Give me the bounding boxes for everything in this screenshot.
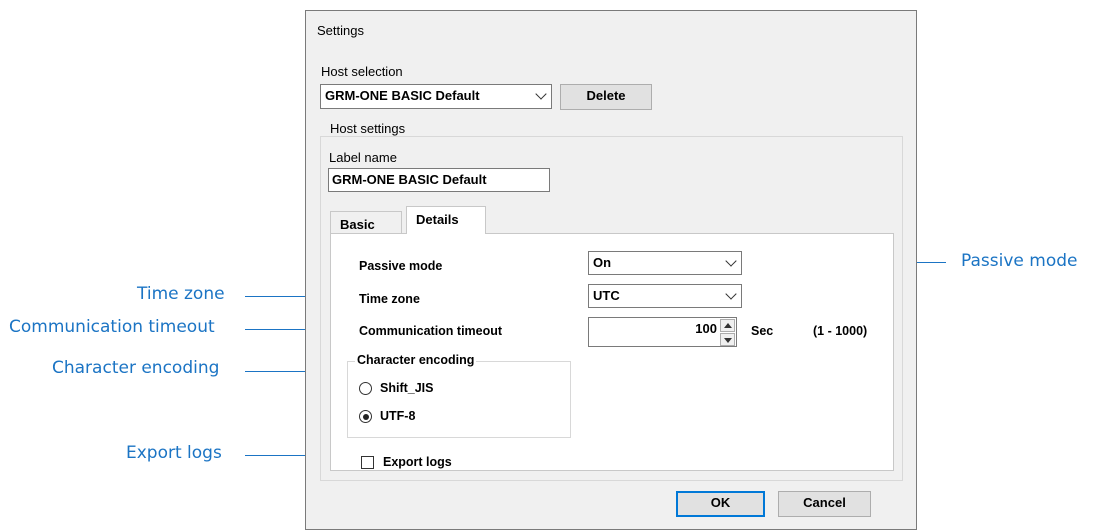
label-name-label: Label name bbox=[329, 150, 397, 165]
stepper-up-button[interactable] bbox=[720, 319, 735, 332]
utf-8-label: UTF-8 bbox=[380, 409, 416, 423]
host-selection-label: Host selection bbox=[321, 64, 403, 79]
time-zone-value: UTC bbox=[593, 288, 620, 303]
stepper-arrows bbox=[720, 319, 735, 347]
shift-jis-label: Shift_JIS bbox=[380, 381, 434, 395]
callout-export-logs: Export logs bbox=[126, 443, 222, 463]
communication-timeout-value: 100 bbox=[695, 321, 717, 336]
cancel-button[interactable]: Cancel bbox=[778, 491, 871, 517]
chevron-down-icon bbox=[725, 255, 737, 267]
chevron-down-icon bbox=[725, 288, 737, 300]
tab-basic[interactable]: Basic bbox=[330, 211, 402, 234]
character-encoding-group bbox=[347, 361, 571, 438]
stepper-down-button[interactable] bbox=[720, 333, 735, 346]
communication-timeout-stepper[interactable]: 100 bbox=[588, 317, 737, 347]
host-selection-dropdown[interactable]: GRM-ONE BASIC Default bbox=[320, 84, 552, 109]
details-tab-panel: Passive mode On Time zone UTC Communicat… bbox=[330, 233, 894, 471]
callout-communication-timeout: Communication timeout bbox=[9, 317, 215, 337]
shift-jis-radio[interactable] bbox=[359, 382, 372, 395]
passive-mode-value: On bbox=[593, 255, 612, 270]
character-encoding-label: Character encoding bbox=[355, 353, 477, 367]
arrow-down-icon bbox=[724, 338, 732, 343]
utf-8-radio[interactable] bbox=[359, 410, 372, 423]
ok-button[interactable]: OK bbox=[676, 491, 765, 517]
tab-details[interactable]: Details bbox=[406, 206, 486, 234]
communication-timeout-unit: Sec bbox=[751, 324, 774, 338]
passive-mode-label: Passive mode bbox=[359, 259, 443, 273]
host-settings-label: Host settings bbox=[328, 121, 408, 136]
chevron-down-icon bbox=[535, 88, 547, 100]
callout-time-zone: Time zone bbox=[137, 284, 225, 304]
export-logs-checkbox[interactable] bbox=[361, 456, 374, 469]
passive-mode-dropdown[interactable]: On bbox=[588, 251, 742, 275]
callout-passive-mode: Passive mode bbox=[961, 251, 1078, 271]
label-name-field[interactable]: GRM-ONE BASIC Default bbox=[328, 168, 550, 192]
host-selection-value: GRM-ONE BASIC Default bbox=[325, 88, 480, 103]
export-logs-label: Export logs bbox=[383, 455, 452, 469]
arrow-up-icon bbox=[724, 323, 732, 328]
communication-timeout-label: Communication timeout bbox=[359, 324, 503, 338]
communication-timeout-range: (1 - 1000) bbox=[813, 324, 868, 338]
callout-character-encoding: Character encoding bbox=[52, 358, 220, 378]
dialog-title: Settings bbox=[317, 23, 364, 38]
radio-selected-dot bbox=[362, 413, 369, 420]
settings-dialog: Settings Host selection GRM-ONE BASIC De… bbox=[305, 10, 917, 530]
delete-button[interactable]: Delete bbox=[560, 84, 652, 110]
time-zone-dropdown[interactable]: UTC bbox=[588, 284, 742, 308]
time-zone-label: Time zone bbox=[359, 292, 420, 306]
